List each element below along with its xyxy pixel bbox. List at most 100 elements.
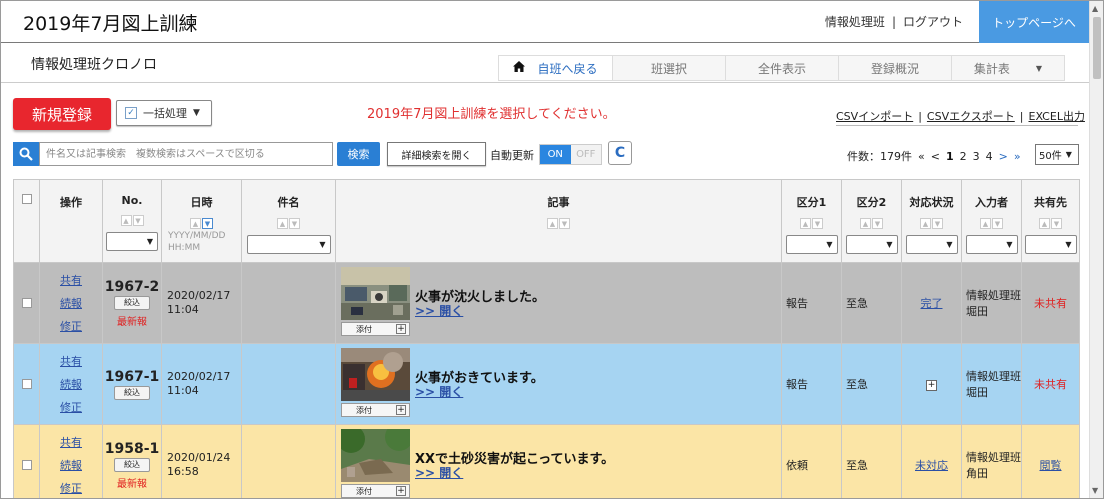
attach-button[interactable]: 添付 + — [341, 484, 410, 498]
scrollbar-thumb[interactable] — [1093, 17, 1101, 79]
sort-desc-icon[interactable]: ▼ — [992, 218, 1003, 229]
sort-asc-icon[interactable]: ▲ — [920, 218, 931, 229]
auto-update-toggle[interactable]: ON OFF — [539, 144, 602, 165]
refresh-icon[interactable]: C — [608, 141, 632, 165]
row-checkbox[interactable] — [21, 379, 32, 389]
share-filter-select[interactable]: ▼ — [1024, 235, 1077, 254]
sort-asc-icon[interactable]: ▲ — [860, 218, 871, 229]
attach-button[interactable]: 添付 + — [341, 403, 410, 417]
page-link-2[interactable]: 2 — [960, 150, 967, 163]
auto-update-label: 自動更新 — [490, 149, 534, 162]
excel-export-link[interactable]: EXCEL出力 — [1029, 110, 1085, 123]
tab-group-select[interactable]: 班選択 — [612, 56, 725, 80]
sort-desc-icon[interactable]: ▼ — [289, 218, 300, 229]
csv-import-link[interactable]: CSVインポート — [836, 110, 913, 123]
sort-asc-icon[interactable]: ▲ — [800, 218, 811, 229]
page-link-1[interactable]: 1 — [946, 150, 954, 163]
office-photo[interactable] — [341, 267, 410, 320]
share-link[interactable]: 共有 — [40, 269, 102, 292]
cat2-filter-select[interactable]: ▼ — [845, 235, 898, 254]
fire-photo[interactable] — [341, 348, 410, 401]
search-button[interactable]: 検索 — [337, 142, 380, 166]
select-all-header — [13, 179, 40, 263]
cat1-filter-select[interactable]: ▼ — [785, 235, 838, 254]
follow-up-link[interactable]: 続報 — [40, 292, 102, 315]
page-link-4[interactable]: 4 — [986, 150, 993, 163]
follow-up-link[interactable]: 続報 — [40, 373, 102, 396]
group-name-link[interactable]: 情報処理班 — [825, 15, 885, 29]
row-checkbox[interactable] — [21, 298, 32, 308]
select-all-checkbox[interactable] — [21, 194, 32, 204]
logout-link[interactable]: ログアウト — [903, 15, 963, 29]
narrow-button[interactable]: 絞込 — [114, 457, 150, 472]
search-input[interactable] — [39, 142, 333, 166]
tab-show-all[interactable]: 全件表示 — [725, 56, 838, 80]
share-view-link[interactable]: 閲覧 — [1040, 459, 1062, 472]
follow-up-link[interactable]: 続報 — [40, 454, 102, 477]
per-page-select[interactable]: 50件 ▼ — [1035, 144, 1079, 165]
sort-asc-icon[interactable]: ▲ — [1039, 218, 1050, 229]
row-ops: 共有 続報 修正 — [39, 343, 103, 425]
sort-desc-icon[interactable]: ▼ — [932, 218, 943, 229]
article-open-link[interactable]: >> 開く — [415, 383, 463, 400]
sort-desc-icon[interactable]: ▼ — [1051, 218, 1062, 229]
author-filter-select[interactable]: ▼ — [965, 235, 1018, 254]
time-format-line: HH:MM — [168, 242, 201, 253]
narrow-button[interactable]: 絞込 — [114, 385, 150, 400]
header-datetime: 日時 ▲ ▼ YYYY/MM/DD HH:MM — [161, 179, 242, 263]
sort-asc-icon[interactable]: ▲ — [547, 218, 558, 229]
share-link[interactable]: 共有 — [40, 431, 102, 454]
tab-summary[interactable]: 集計表 ▼ — [951, 56, 1064, 80]
next-page-link[interactable]: > — [999, 150, 1008, 163]
last-page-link[interactable]: » — [1014, 150, 1021, 163]
toggle-on[interactable]: ON — [540, 145, 571, 164]
bulk-action-button[interactable]: ✓ 一括処理 ▼ — [116, 100, 212, 126]
header-label: 区分2 — [856, 196, 887, 209]
vertical-scrollbar[interactable]: ▲ ▼ — [1089, 1, 1103, 498]
top-page-button[interactable]: トップページへ — [979, 1, 1089, 43]
article-open-link[interactable]: >> 開く — [415, 302, 463, 319]
add-status-icon[interactable]: + — [926, 380, 937, 391]
first-page-link[interactable]: « — [918, 150, 925, 163]
prev-page-link[interactable]: < — [931, 150, 940, 163]
row-datetime: 2020/01/24 16:58 — [161, 424, 242, 498]
sort-desc-icon[interactable]: ▼ — [132, 215, 144, 226]
sort-desc-icon[interactable]: ▼ — [872, 218, 883, 229]
sort-asc-icon[interactable]: ▲ — [120, 215, 132, 226]
chevron-down-icon: ▼ — [1035, 63, 1043, 73]
subject-filter-select[interactable]: ▼ — [246, 235, 331, 254]
csv-export-link[interactable]: CSVエクスポート — [927, 110, 1015, 123]
article-open-link[interactable]: >> 開く — [415, 464, 463, 481]
sort-controls: ▲ ▼ — [782, 218, 841, 229]
header-label: 対応状況 — [909, 196, 954, 209]
sub-header: 情報処理班クロノロ 自班へ戻る 班選択 全件表示 登録概況 集計表 ▼ — [1, 43, 1089, 83]
narrow-button[interactable]: 絞込 — [114, 295, 150, 310]
landslide-photo[interactable] — [341, 429, 410, 482]
plus-icon: + — [396, 485, 406, 496]
row-datetime: 2020/02/17 11:04 — [161, 343, 242, 425]
sort-asc-icon[interactable]: ▲ — [277, 218, 288, 229]
edit-link[interactable]: 修正 — [40, 477, 102, 499]
tab-registration-overview[interactable]: 登録概況 — [838, 56, 951, 80]
status-link[interactable]: 未対応 — [915, 459, 948, 472]
page-link-3[interactable]: 3 — [973, 150, 980, 163]
edit-link[interactable]: 修正 — [40, 396, 102, 419]
share-link[interactable]: 共有 — [40, 350, 102, 373]
row-checkbox[interactable] — [21, 460, 32, 470]
sort-desc-icon[interactable]: ▼ — [559, 218, 570, 229]
scroll-down-icon[interactable]: ▼ — [1092, 486, 1098, 495]
advanced-search-button[interactable]: 詳細検索を開く — [387, 142, 486, 166]
toggle-off[interactable]: OFF — [570, 145, 601, 164]
sort-desc-icon[interactable]: ▼ — [812, 218, 823, 229]
status-link[interactable]: 完了 — [921, 297, 943, 310]
new-entry-button[interactable]: 新規登録 — [13, 98, 111, 130]
tab-back-to-group[interactable]: 自班へ戻る — [499, 56, 612, 80]
sort-asc-icon[interactable]: ▲ — [980, 218, 991, 229]
no-filter-select[interactable]: ▼ — [106, 232, 158, 251]
status-filter-select[interactable]: ▼ — [905, 235, 958, 254]
sort-asc-icon[interactable]: ▲ — [190, 218, 201, 229]
edit-link[interactable]: 修正 — [40, 315, 102, 338]
attach-button[interactable]: 添付 + — [341, 322, 410, 336]
sort-desc-icon[interactable]: ▼ — [202, 218, 213, 229]
scroll-up-icon[interactable]: ▲ — [1092, 4, 1098, 13]
